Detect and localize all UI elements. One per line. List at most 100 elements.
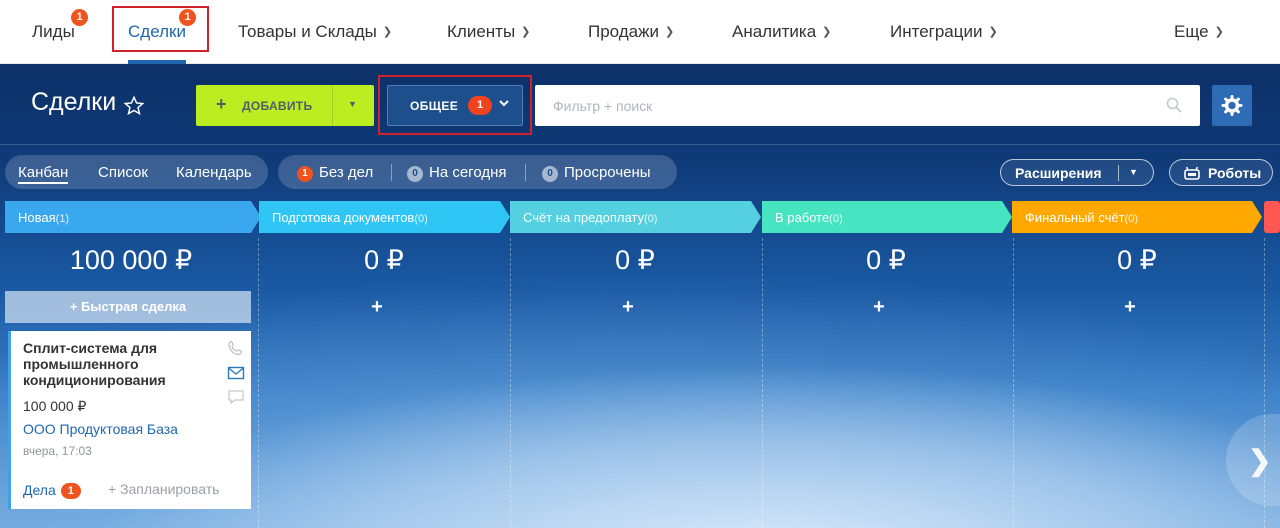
search-icon[interactable] [1166, 97, 1182, 113]
plus-icon: + [216, 94, 227, 114]
add-button-label: ДОБАВИТЬ [242, 99, 313, 113]
chevron-down-icon: ❯ [988, 26, 998, 38]
stage-sum: 100 000 ₽ [69, 245, 193, 275]
deal-sum: 100 000 ₽ [23, 398, 87, 414]
tab-calendar[interactable]: Календарь [176, 164, 252, 181]
email-icon[interactable] [227, 365, 245, 381]
highlight-box [112, 6, 209, 52]
stage-sum: 0 ₽ [615, 245, 655, 275]
nav-item-sales[interactable]: Продажи ❯ [588, 0, 674, 64]
nav-item-label: Аналитика [732, 22, 817, 41]
nav-item-label: Лиды [32, 22, 75, 41]
tasks-badge: 1 [60, 483, 81, 499]
add-deal-button[interactable]: + [252, 296, 502, 319]
quick-deal-button[interactable]: + Быстрая сделка [5, 291, 251, 323]
add-dropdown-toggle[interactable]: ▼ [332, 85, 374, 126]
stage-name: Подготовка документов [272, 210, 415, 225]
counter-overdue[interactable]: 0 Просрочены [542, 164, 651, 182]
phone-icon[interactable] [227, 340, 245, 356]
divider [525, 164, 526, 181]
stage-count: (0) [829, 213, 843, 225]
stage-name: Новая [18, 210, 56, 225]
counter-label: На сегодня [429, 164, 507, 181]
category-label: ОБЩЕЕ [410, 99, 459, 113]
stage-count: (0) [414, 213, 428, 225]
deal-date: вчера, 17:03 [23, 444, 92, 458]
stage-name: В работе [775, 210, 830, 225]
counter-label: Без дел [319, 164, 374, 181]
activity-counters: 1 Без дел 0 На сегодня 0 Просрочены [278, 155, 677, 189]
nav-item-leads[interactable]: Лиды 1 [32, 0, 88, 64]
plan-activity-link[interactable]: + Запланировать [108, 481, 219, 497]
stage-count: (0) [1124, 213, 1139, 225]
category-badge: 1 [468, 96, 492, 115]
nav-item-label: Еще [1174, 22, 1209, 41]
tasks-label: Дела [23, 482, 56, 498]
chevron-down-icon: ❯ [822, 26, 832, 38]
search-input[interactable] [535, 85, 1155, 126]
chevron-down-icon: ❯ [1214, 26, 1224, 38]
column-divider [1013, 238, 1014, 528]
extensions-button[interactable]: Расширения ▼ [1000, 159, 1154, 186]
robot-icon [1184, 166, 1200, 180]
add-button[interactable]: + ДОБАВИТЬ ▼ [196, 85, 374, 126]
chevron-right-icon: ❯ [1248, 445, 1272, 476]
nav-item-label: Клиенты [447, 22, 516, 41]
view-switcher: Канбан Список Календарь [5, 155, 268, 189]
top-navigation: Лиды 1 Сделки 1 Товары и Склады ❯ Клиенты… [0, 0, 1280, 64]
category-selector[interactable]: ОБЩЕЕ 1 [387, 85, 523, 126]
stage-name: Счёт на предоплату [523, 210, 645, 225]
settings-button[interactable] [1212, 85, 1252, 126]
divider [391, 164, 392, 181]
nav-item-integrations[interactable]: Интеграции ❯ [890, 0, 998, 64]
stage-arrow [1264, 201, 1280, 233]
nav-item-analytics[interactable]: Аналитика ❯ [732, 0, 831, 64]
nav-badge: 1 [71, 9, 88, 26]
chevron-down-icon [498, 97, 510, 112]
chevron-down-icon: ❯ [665, 26, 675, 38]
tab-list[interactable]: Список [98, 164, 148, 181]
scroll-right-button[interactable]: ❯ [1226, 414, 1280, 506]
stage-name: Финальный счёт [1025, 210, 1125, 225]
filter-search [535, 85, 1200, 126]
add-deal-button[interactable]: + [503, 296, 753, 319]
column-divider [258, 238, 259, 528]
robots-button[interactable]: Роботы [1169, 159, 1273, 186]
divider [0, 144, 1280, 145]
stage-count: (1) [55, 213, 70, 225]
nav-item-clients[interactable]: Клиенты ❯ [447, 0, 530, 64]
robots-label: Роботы [1208, 165, 1262, 181]
counter-label: Просрочены [564, 164, 651, 181]
deal-title[interactable]: Сплит-система для промышленного кондицио… [23, 340, 213, 388]
caret-down-icon: ▼ [348, 99, 357, 109]
counter-badge: 1 [297, 166, 313, 182]
deal-tasks-link[interactable]: Дела 1 [23, 482, 81, 499]
caret-down-icon: ▼ [1129, 167, 1138, 177]
active-tab-indicator [128, 60, 186, 64]
add-deal-button[interactable]: + [754, 296, 1004, 319]
chevron-down-icon: ❯ [521, 26, 531, 38]
nav-item-label: Товары и Склады [238, 22, 377, 41]
nav-item-more[interactable]: Еще ❯ [1174, 0, 1224, 64]
chevron-down-icon: ❯ [382, 26, 393, 38]
add-deal-button[interactable]: + [1005, 296, 1255, 319]
stage-sum: 0 ₽ [1117, 245, 1157, 275]
tab-kanban[interactable]: Канбан [18, 164, 69, 184]
chat-icon[interactable] [227, 389, 245, 405]
counter-no-tasks[interactable]: 1 Без дел [297, 164, 373, 182]
nav-item-label: Продажи [588, 22, 659, 41]
column-divider [762, 238, 763, 528]
extensions-label: Расширения [1015, 165, 1102, 181]
nav-item-label: Интеграции [890, 22, 983, 41]
counter-badge: 0 [542, 166, 558, 182]
stage-count: (0) [644, 213, 658, 225]
deal-company-link[interactable]: ООО Продуктовая База [23, 421, 178, 437]
counter-today[interactable]: 0 На сегодня [407, 164, 507, 182]
divider [1118, 165, 1119, 181]
stage-sum: 0 ₽ [866, 245, 906, 275]
stage-sum: 0 ₽ [364, 245, 404, 275]
star-icon[interactable] [123, 95, 145, 117]
deal-card[interactable]: Сплит-система для промышленного кондицио… [8, 331, 251, 509]
nav-item-products[interactable]: Товары и Склады ❯ [238, 0, 392, 64]
column-divider [510, 238, 511, 528]
